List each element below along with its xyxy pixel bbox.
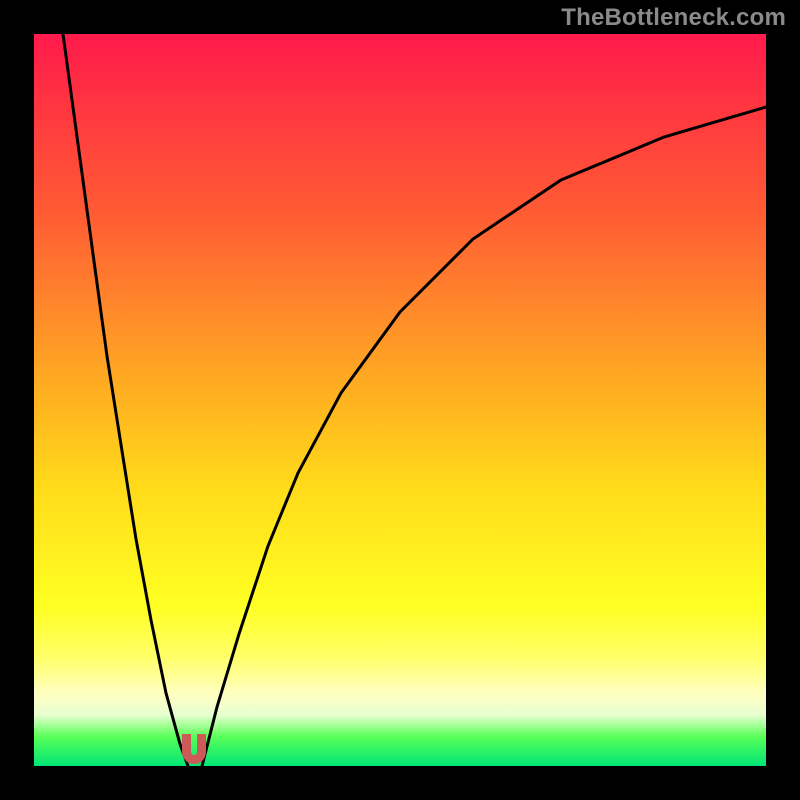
plot-area (34, 34, 766, 766)
chart-frame: TheBottleneck.com (0, 0, 800, 800)
minimum-marker (182, 734, 206, 764)
bottleneck-curve (34, 34, 766, 766)
watermark-text: TheBottleneck.com (561, 6, 786, 30)
